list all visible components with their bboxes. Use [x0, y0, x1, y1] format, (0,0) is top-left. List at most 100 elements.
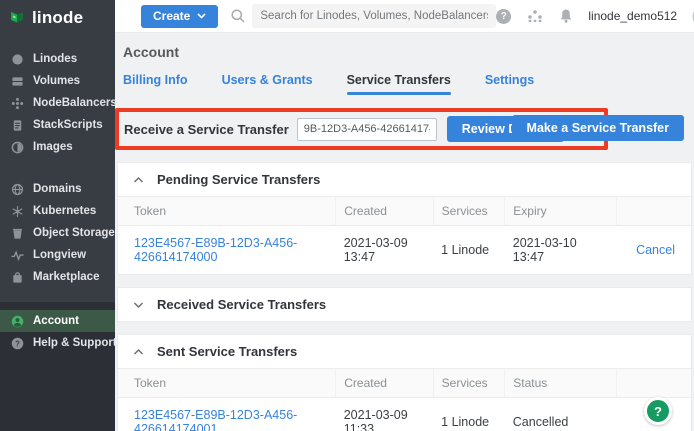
sidebar-item-label: Longview — [33, 249, 86, 261]
linode-logo-icon — [8, 9, 26, 27]
linode-icon — [11, 53, 24, 66]
section-title: Received Service Transfers — [157, 297, 326, 312]
sidebar-item-label: Account — [33, 315, 79, 327]
column-header-actions — [617, 197, 692, 226]
tab-bar: Billing Info Users & Grants Service Tran… — [123, 73, 694, 95]
images-icon — [11, 141, 24, 154]
sidebar-item-help-support[interactable]: ? Help & Support — [0, 332, 115, 354]
received-transfers-card: Received Service Transfers — [117, 287, 692, 322]
account-icon — [11, 315, 24, 328]
column-header-blank — [617, 369, 692, 398]
sidebar-item-label: Kubernetes — [33, 205, 96, 217]
object-storage-icon — [11, 227, 24, 240]
created-cell: 2021-03-09 13:47 — [336, 226, 433, 275]
column-header-services: Services — [433, 369, 505, 398]
create-button[interactable]: Create — [141, 5, 218, 28]
question-icon: ? — [11, 337, 24, 350]
column-header-token: Token — [118, 369, 336, 398]
services-cell: 1 Linode — [433, 398, 505, 431]
cancel-transfer-link[interactable]: Cancel — [636, 243, 675, 257]
sidebar-item-label: Help & Support — [33, 337, 117, 349]
sidebar-item-longview[interactable]: Longview — [0, 244, 115, 266]
pending-transfers-card: Pending Service Transfers Token Created … — [117, 162, 692, 275]
topbar-right: ? linode_demo512 — [496, 6, 694, 27]
sidebar-item-nodebalancers[interactable]: NodeBalancers — [0, 92, 115, 114]
linode-logo[interactable]: linode — [0, 0, 115, 38]
transfer-token-input[interactable] — [297, 118, 437, 141]
services-cell: 1 Linode — [433, 226, 505, 275]
community-icon[interactable] — [526, 9, 544, 23]
sidebar-group-account: Account ? Help & Support — [0, 302, 115, 431]
transfer-token-link[interactable]: 123E4567-E89B-12D3-A456-426614174000 — [134, 236, 297, 264]
table-row: 123E4567-E89B-12D3-A456-426614174001 202… — [118, 398, 691, 431]
column-header-created: Created — [336, 197, 433, 226]
table-header-row: Token Created Services Status — [118, 369, 691, 398]
section-title: Pending Service Transfers — [157, 172, 320, 187]
make-service-transfer-button[interactable]: Make a Service Transfer — [512, 115, 684, 141]
sidebar-item-label: Linodes — [33, 53, 77, 65]
tab-service-transfers[interactable]: Service Transfers — [347, 73, 451, 95]
sidebar-item-label: StackScripts — [33, 119, 103, 131]
create-button-label: Create — [153, 9, 190, 23]
sidebar-item-linodes[interactable]: Linodes — [0, 48, 115, 70]
sidebar-item-stackscripts[interactable]: StackScripts — [0, 114, 115, 136]
transfer-token-link[interactable]: 123E4567-E89B-12D3-A456-426614174001 — [134, 408, 297, 431]
stackscripts-icon — [11, 119, 24, 132]
status-cell: Cancelled — [505, 398, 617, 431]
app-root: linode Linodes Volumes NodeBalancers Sta… — [0, 0, 694, 431]
sidebar-item-label: Object Storage — [33, 227, 115, 239]
sidebar-item-domains[interactable]: Domains — [0, 178, 115, 200]
support-chat-bubble[interactable]: ? — [644, 397, 672, 425]
sidebar-item-label: Images — [33, 141, 73, 153]
table-header-row: Token Created Services Expiry — [118, 197, 691, 226]
notifications-bell-icon[interactable] — [559, 8, 573, 24]
pending-transfers-header[interactable]: Pending Service Transfers — [118, 163, 691, 196]
tab-settings[interactable]: Settings — [485, 73, 534, 95]
volumes-icon — [11, 75, 24, 88]
svg-text:?: ? — [15, 339, 20, 348]
table-row: 123E4567-E89B-12D3-A456-426614174000 202… — [118, 226, 691, 275]
tab-users-grants[interactable]: Users & Grants — [222, 73, 313, 95]
sidebar-item-label: Volumes — [33, 75, 80, 87]
column-header-created: Created — [336, 369, 433, 398]
marketplace-icon — [11, 271, 24, 284]
collapse-chevron-up-icon — [133, 348, 144, 356]
chevron-down-icon — [197, 13, 206, 19]
sidebar-item-marketplace[interactable]: Marketplace — [0, 266, 115, 288]
sidebar-item-label: Domains — [33, 183, 82, 195]
received-transfers-header[interactable]: Received Service Transfers — [118, 288, 691, 321]
sidebar-item-kubernetes[interactable]: Kubernetes — [0, 200, 115, 222]
topbar: Create ? linode_demo512 — [115, 0, 694, 33]
search-input[interactable] — [252, 4, 496, 28]
sidebar-item-images[interactable]: Images — [0, 136, 115, 158]
linode-logo-text: linode — [32, 8, 83, 28]
sidebar-item-label: Marketplace — [33, 271, 99, 283]
column-header-services: Services — [433, 197, 505, 226]
collapse-chevron-up-icon — [133, 176, 144, 184]
longview-icon — [11, 249, 24, 262]
search-bar — [230, 4, 496, 28]
sent-transfers-card: Sent Service Transfers Token Created Ser… — [117, 334, 692, 431]
sidebar-item-object-storage[interactable]: Object Storage — [0, 222, 115, 244]
sidebar-group-services: Domains Kubernetes Object Storage Longvi… — [0, 174, 115, 292]
sidebar-item-label: NodeBalancers — [33, 97, 117, 109]
tab-billing-info[interactable]: Billing Info — [123, 73, 188, 95]
created-cell: 2021-03-09 11:33 — [336, 398, 433, 431]
help-icon[interactable]: ? — [496, 9, 511, 24]
column-header-expiry: Expiry — [505, 197, 617, 226]
domains-icon — [11, 183, 24, 196]
column-header-status: Status — [505, 369, 617, 398]
collapse-chevron-down-icon — [133, 301, 144, 309]
username[interactable]: linode_demo512 — [588, 9, 677, 23]
sidebar-item-volumes[interactable]: Volumes — [0, 70, 115, 92]
kubernetes-icon — [11, 205, 24, 218]
sent-transfers-header[interactable]: Sent Service Transfers — [118, 335, 691, 368]
receive-transfer-row: Receive a Service Transfer Review Detail… — [115, 108, 694, 150]
sidebar: linode Linodes Volumes NodeBalancers Sta… — [0, 0, 115, 431]
main-content: Account Billing Info Users & Grants Serv… — [115, 33, 694, 431]
sidebar-item-account[interactable]: Account — [0, 310, 115, 332]
receive-transfer-label: Receive a Service Transfer — [124, 122, 289, 137]
page-title: Account — [123, 44, 694, 60]
nodebalancers-icon — [11, 97, 24, 110]
expiry-cell: 2021-03-10 13:47 — [505, 226, 617, 275]
